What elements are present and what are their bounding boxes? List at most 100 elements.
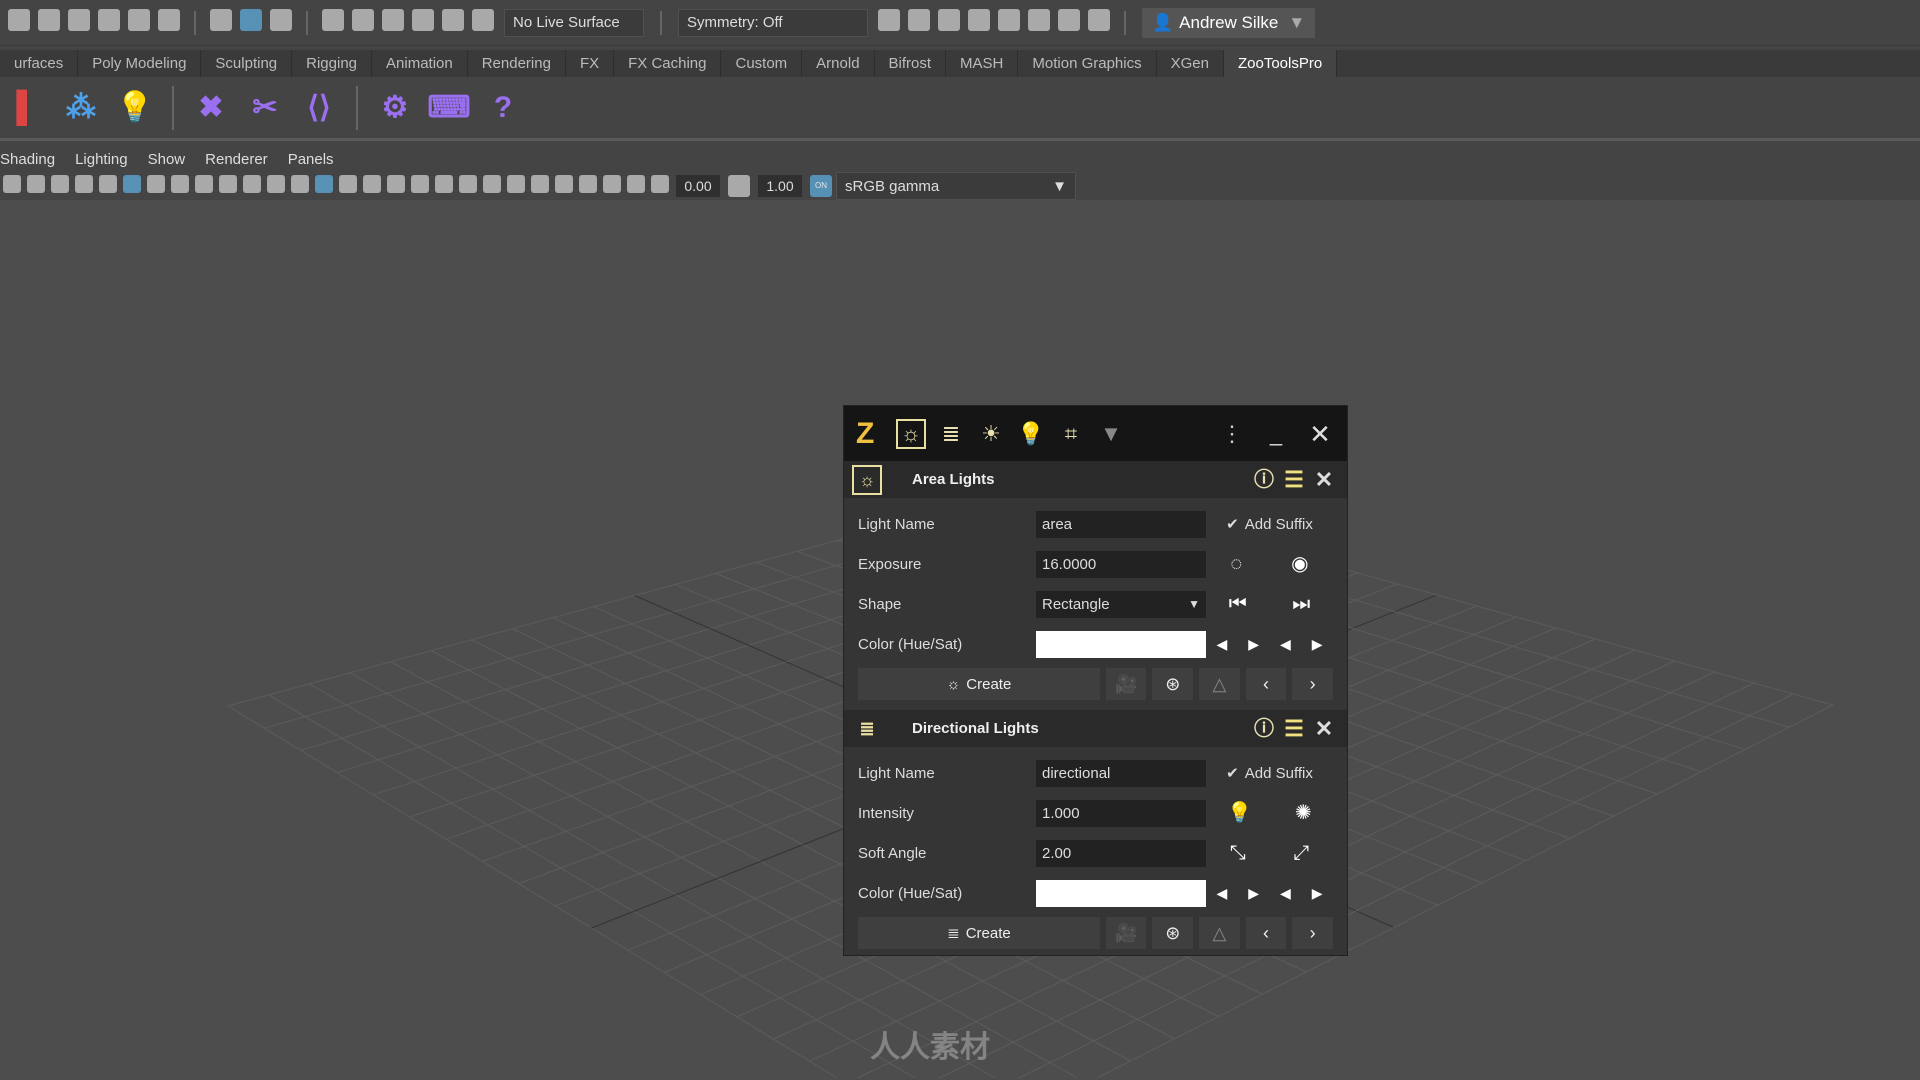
shelf-tools-icon[interactable]: ✖ bbox=[189, 84, 233, 132]
shape-previous-icon[interactable]: ⏮ bbox=[1229, 594, 1247, 614]
viewport-tool-icon[interactable] bbox=[315, 174, 333, 193]
snap-view-plane-icon[interactable] bbox=[442, 9, 464, 31]
viewport-tool-icon[interactable] bbox=[435, 174, 453, 193]
intensity-input[interactable] bbox=[1036, 799, 1206, 827]
shelf-tab[interactable]: Rigging bbox=[292, 50, 373, 77]
bulb-bright-icon[interactable]: ✺ bbox=[1295, 803, 1312, 823]
sat-left-icon[interactable]: ◀ bbox=[1280, 637, 1291, 651]
shelf-knife-icon[interactable]: ✂ bbox=[243, 84, 287, 132]
make-live-icon[interactable] bbox=[472, 9, 494, 31]
close-icon[interactable]: ✕ bbox=[1305, 419, 1335, 449]
panel-menu-item[interactable]: Lighting bbox=[75, 151, 128, 168]
viewport-tool-icon[interactable] bbox=[27, 174, 45, 193]
shelf-red-icon[interactable]: ▌ bbox=[5, 84, 49, 132]
viewport-tool-icon[interactable] bbox=[387, 174, 405, 193]
viewport-tool-icon[interactable] bbox=[531, 174, 549, 193]
shelf-tab[interactable]: Motion Graphics bbox=[1018, 50, 1157, 77]
more-dropdown-icon[interactable]: ▼ bbox=[1096, 419, 1126, 449]
viewport-tool-icon[interactable] bbox=[339, 174, 357, 193]
undo-icon[interactable] bbox=[128, 9, 150, 31]
viewport-tool-icon[interactable] bbox=[219, 174, 237, 193]
collapse-icon[interactable]: ☰ bbox=[1279, 714, 1309, 744]
area-lights-header[interactable]: ☼ Area Lights ⓘ ☰ ✕ bbox=[844, 461, 1347, 498]
viewport-tool-icon[interactable] bbox=[363, 174, 381, 193]
help-icon[interactable]: ⓘ bbox=[1249, 714, 1279, 744]
viewport-tool-icon[interactable] bbox=[3, 174, 21, 193]
redo-icon[interactable] bbox=[158, 9, 180, 31]
viewport-tool-icon[interactable] bbox=[483, 174, 501, 193]
shape-next-icon[interactable]: ⏭ bbox=[1292, 594, 1310, 614]
hdri-icon[interactable]: ⌗ bbox=[1056, 419, 1086, 449]
shelf-tab[interactable]: Rendering bbox=[468, 50, 566, 77]
expand-icon[interactable]: ⤢ bbox=[1293, 843, 1309, 863]
shelf-help-icon[interactable]: ? bbox=[481, 84, 525, 132]
viewport-tool-icon[interactable] bbox=[555, 174, 573, 193]
render-frame-icon[interactable] bbox=[908, 9, 930, 31]
help-icon[interactable]: ⓘ bbox=[1249, 465, 1279, 495]
viewport-tool-icon[interactable] bbox=[459, 174, 477, 193]
hue-left-icon[interactable]: ◀ bbox=[1216, 886, 1227, 900]
bulb-dim-icon[interactable]: 💡 bbox=[1227, 803, 1252, 823]
previous-icon[interactable]: ‹ bbox=[1245, 668, 1287, 700]
soft-angle-input[interactable] bbox=[1036, 839, 1206, 867]
viewport-tool-icon[interactable] bbox=[51, 174, 69, 193]
create-directional-light-button[interactable]: ≣ Create bbox=[858, 917, 1100, 949]
directional-lights-header[interactable]: ≣ Directional Lights ⓘ ☰ ✕ bbox=[844, 710, 1347, 747]
viewport-tool-icon[interactable] bbox=[507, 174, 525, 193]
shelf-script-icon[interactable]: ⟨⟩ bbox=[297, 84, 341, 132]
gamma-icon[interactable] bbox=[728, 175, 750, 197]
hue-right-icon[interactable]: ▶ bbox=[1248, 886, 1259, 900]
panel-menu-item[interactable]: Shading bbox=[0, 151, 55, 168]
hue-right-icon[interactable]: ▶ bbox=[1248, 637, 1259, 651]
exposure-input[interactable] bbox=[1036, 550, 1206, 578]
viewport-tool-icon[interactable] bbox=[123, 174, 141, 193]
minimize-icon[interactable]: _ bbox=[1261, 419, 1291, 449]
color-swatch[interactable] bbox=[1036, 879, 1206, 907]
viewport-tool-icon[interactable] bbox=[651, 174, 669, 193]
shape-dropdown[interactable]: Rectangle ▼ bbox=[1036, 590, 1206, 618]
viewport-tool-icon[interactable] bbox=[291, 174, 309, 193]
render-settings-icon[interactable] bbox=[968, 9, 990, 31]
panel-menu-item[interactable]: Show bbox=[148, 151, 186, 168]
light-name-input[interactable] bbox=[1036, 759, 1206, 787]
exposure-decrease-icon[interactable]: ◌ bbox=[1230, 554, 1242, 574]
exposure-increase-icon[interactable]: ◉ bbox=[1291, 554, 1308, 574]
light-name-input[interactable] bbox=[1036, 510, 1206, 538]
snap-curve-icon[interactable] bbox=[352, 9, 374, 31]
sat-right-icon[interactable]: ▶ bbox=[1312, 886, 1323, 900]
cone-icon[interactable]: △ bbox=[1199, 668, 1240, 700]
previous-icon[interactable]: ‹ bbox=[1245, 917, 1287, 949]
shelf-tab[interactable]: Arnold bbox=[802, 50, 875, 77]
hypershade-icon[interactable] bbox=[998, 9, 1020, 31]
light-bulb-icon[interactable]: 💡 bbox=[1016, 419, 1046, 449]
sat-right-icon[interactable]: ▶ bbox=[1312, 637, 1323, 651]
collapse-icon[interactable]: ☰ bbox=[1279, 465, 1309, 495]
directional-light-icon[interactable]: ≣ bbox=[936, 419, 966, 449]
sky-dome-icon[interactable]: ☀ bbox=[976, 419, 1006, 449]
render-view-icon[interactable] bbox=[878, 9, 900, 31]
add-suffix-checkbox[interactable]: ✔ Add Suffix bbox=[1226, 517, 1313, 532]
shelf-tab[interactable]: Poly Modeling bbox=[78, 50, 202, 77]
viewport-tool-icon[interactable] bbox=[603, 174, 621, 193]
shelf-nodes-icon[interactable]: ⁂ bbox=[59, 84, 103, 132]
viewport-tool-icon[interactable] bbox=[627, 174, 645, 193]
close-section-icon[interactable]: ✕ bbox=[1309, 714, 1339, 744]
color-swatch[interactable] bbox=[1036, 630, 1206, 658]
viewport-tool-icon[interactable] bbox=[171, 174, 189, 193]
window-title-bar[interactable]: Z ☼ ≣ ☀ 💡 ⌗ ▼ ⋮ _ ✕ bbox=[844, 406, 1347, 461]
contract-icon[interactable]: ⤡ bbox=[1230, 843, 1246, 863]
cone-icon[interactable]: △ bbox=[1199, 917, 1240, 949]
viewport-tool-icon[interactable] bbox=[267, 174, 285, 193]
gamma-field[interactable]: 1.00 bbox=[758, 175, 802, 197]
shelf-hotkeys-icon[interactable]: ⌨ bbox=[427, 84, 471, 132]
add-suffix-checkbox[interactable]: ✔ Add Suffix bbox=[1226, 766, 1313, 781]
shelf-tab[interactable]: urfaces bbox=[0, 50, 79, 77]
open-scene-icon[interactable] bbox=[68, 9, 90, 31]
snap-projected-icon[interactable] bbox=[412, 9, 434, 31]
camera-icon[interactable]: 🎥 bbox=[1105, 917, 1147, 949]
create-area-light-button[interactable]: ☼ Create bbox=[858, 668, 1100, 700]
shelf-light-bulb-icon[interactable]: 💡 bbox=[113, 84, 157, 132]
view-transform-dropdown[interactable]: sRGB gamma ▼ bbox=[836, 172, 1076, 200]
select-hierarchy-icon[interactable] bbox=[210, 9, 232, 31]
viewport-tool-icon[interactable] bbox=[147, 174, 165, 193]
